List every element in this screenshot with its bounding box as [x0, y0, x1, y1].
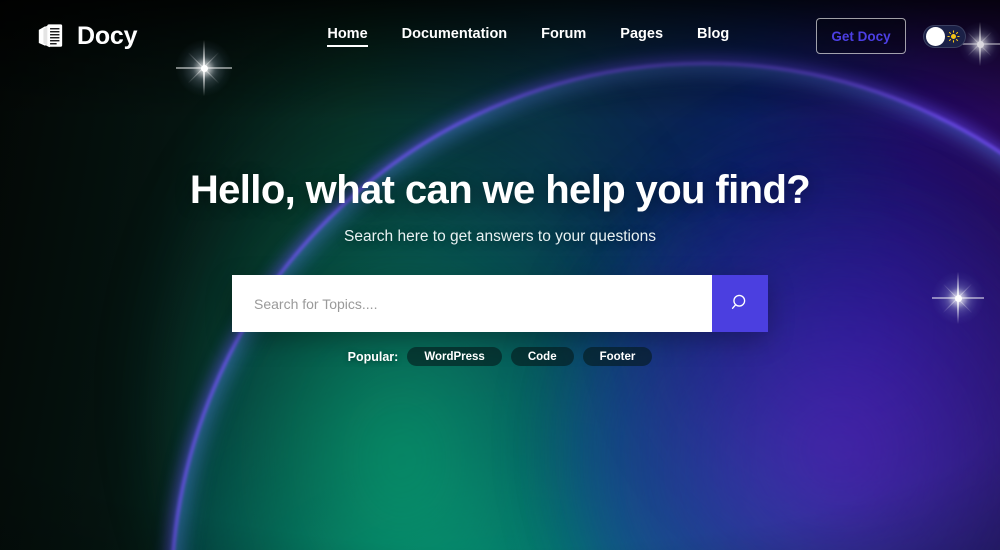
page-root: Docy Home Documentation Forum Pages Blog… — [0, 0, 1000, 550]
popular-tag-wordpress[interactable]: WordPress — [407, 347, 502, 366]
sun-icon — [947, 29, 960, 43]
popular-tag-footer[interactable]: Footer — [582, 347, 653, 366]
search-bar — [232, 275, 768, 332]
nav-item-documentation[interactable]: Documentation — [402, 26, 508, 47]
search-submit-button[interactable] — [712, 275, 768, 332]
main-navigation: Home Documentation Forum Pages Blog — [327, 26, 729, 47]
header-actions: Get Docy — [816, 18, 966, 54]
page-title: Hello, what can we help you find? — [189, 168, 811, 212]
toggle-knob — [926, 26, 945, 46]
nav-item-forum[interactable]: Forum — [541, 26, 586, 47]
popular-tag-code[interactable]: Code — [510, 347, 574, 366]
nav-item-blog[interactable]: Blog — [697, 26, 729, 47]
hero-section: Hello, what can we help you find? Search… — [0, 168, 1000, 366]
theme-mode-toggle[interactable] — [923, 24, 966, 48]
brand-name: Docy — [77, 21, 138, 50]
nav-item-pages[interactable]: Pages — [620, 26, 663, 47]
popular-label: Popular: — [347, 349, 399, 364]
site-header: Docy Home Documentation Forum Pages Blog… — [0, 0, 1000, 72]
get-docy-button[interactable]: Get Docy — [816, 18, 906, 54]
page-subtitle: Search here to get answers to your quest… — [344, 228, 656, 245]
popular-topics: Popular: WordPress Code Footer — [348, 347, 653, 366]
nav-item-home[interactable]: Home — [327, 26, 368, 47]
brand-logo[interactable]: Docy — [36, 21, 138, 51]
search-input[interactable] — [232, 275, 712, 332]
search-icon — [730, 292, 751, 316]
documents-stack-icon — [36, 21, 66, 51]
